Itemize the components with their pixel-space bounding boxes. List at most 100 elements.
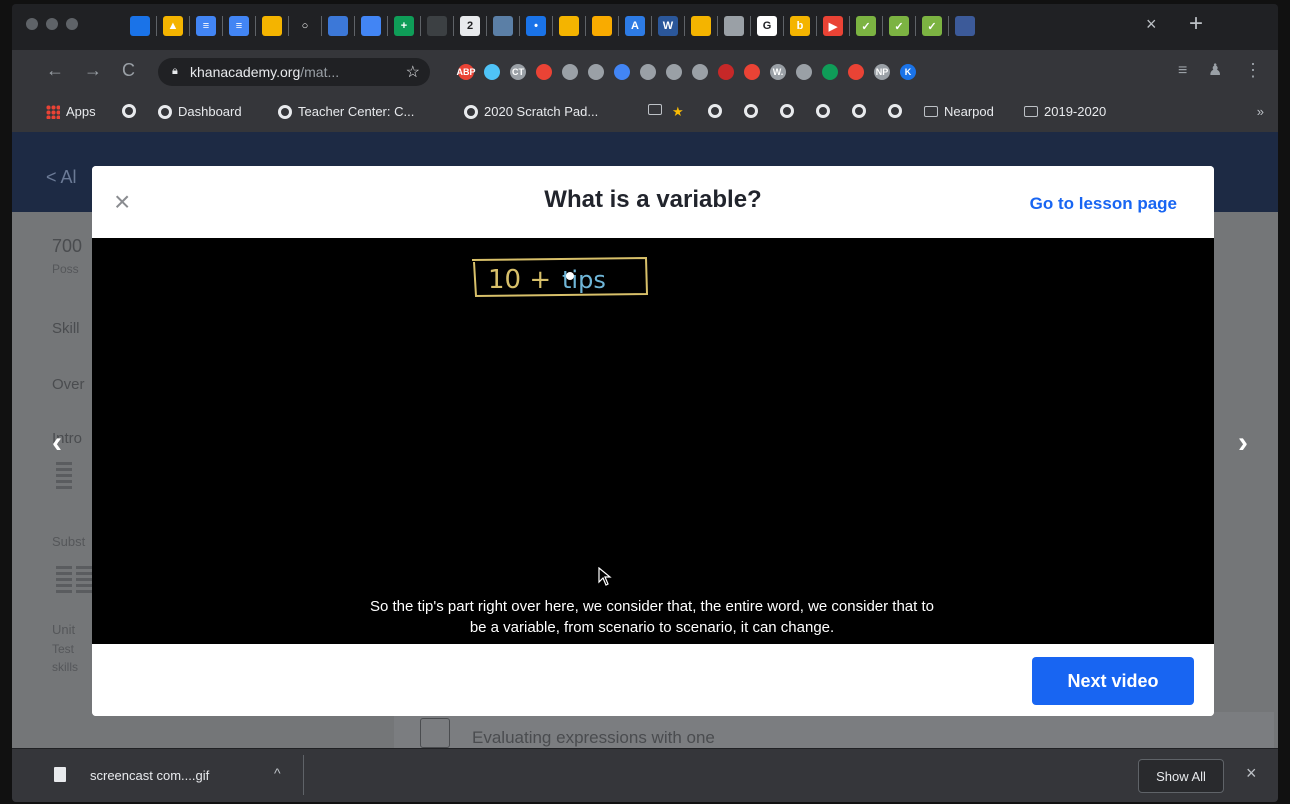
bookmarks-overflow-icon[interactable]: » xyxy=(1257,104,1264,119)
folder-icon xyxy=(924,106,938,117)
docs-icon[interactable]: ≡ xyxy=(196,16,216,36)
bookmark-item[interactable]: ★ xyxy=(672,104,684,120)
next-arrow-icon[interactable]: › xyxy=(1238,426,1248,460)
bookmark-item[interactable] xyxy=(852,104,866,118)
bookmark-item[interactable] xyxy=(780,104,794,118)
go-to-lesson-link[interactable]: Go to lesson page xyxy=(1030,194,1177,214)
bookmark-item[interactable]: Nearpod xyxy=(924,104,994,119)
caption-line: be a variable, from scenario to scenario… xyxy=(469,619,835,636)
address-bar[interactable]: 🔒︎ khanacademy.org/mat... ☆ xyxy=(158,58,430,86)
download-file-name[interactable]: screencast com....gif xyxy=(90,768,209,783)
minimize-window-button[interactable] xyxy=(46,18,58,30)
extension-icon[interactable] xyxy=(614,64,630,80)
play-icon[interactable]: ▶ xyxy=(823,16,843,36)
check-icon[interactable]: ✓ xyxy=(856,16,876,36)
bookmark-item[interactable]: Dashboard xyxy=(158,104,242,119)
doc-badge-icon[interactable] xyxy=(592,16,612,36)
skill-bars xyxy=(56,566,72,596)
modal-footer: Next video xyxy=(92,644,1214,716)
tab-separator xyxy=(684,16,685,36)
bookmark-item[interactable] xyxy=(708,104,722,118)
tab-separator xyxy=(321,16,322,36)
bookmark-item[interactable] xyxy=(888,104,902,118)
tab-separator xyxy=(948,16,949,36)
photo-icon[interactable] xyxy=(493,16,513,36)
score-subtext: Poss xyxy=(52,262,79,276)
drive-icon[interactable]: ▲ xyxy=(163,16,183,36)
back-link[interactable]: < Al xyxy=(46,167,77,188)
extension-icon[interactable] xyxy=(744,64,760,80)
bookmark-item[interactable] xyxy=(744,104,758,118)
check-icon[interactable]: ✓ xyxy=(922,16,942,36)
dot-icon[interactable]: • xyxy=(526,16,546,36)
extension-icon[interactable] xyxy=(848,64,864,80)
extension-icon[interactable]: K xyxy=(900,64,916,80)
google-icon[interactable]: G xyxy=(757,16,777,36)
extension-icon[interactable] xyxy=(822,64,838,80)
extension-icon[interactable]: W. xyxy=(770,64,786,80)
tab-separator xyxy=(156,16,157,36)
new-tab-button[interactable]: + xyxy=(1189,10,1203,38)
check-icon[interactable]: ✓ xyxy=(889,16,909,36)
reading-list-icon[interactable]: ≡ xyxy=(1178,62,1187,80)
slides-icon[interactable] xyxy=(262,16,282,36)
back-arrow-icon[interactable]: ← xyxy=(46,60,64,81)
sheets-icon[interactable]: + xyxy=(394,16,414,36)
usa-icon[interactable] xyxy=(955,16,975,36)
bulb-icon[interactable] xyxy=(691,16,711,36)
bookmark-item[interactable]: 2019-2020 xyxy=(1024,104,1106,119)
extension-icon[interactable]: ABP xyxy=(457,64,476,80)
extension-icon[interactable] xyxy=(718,64,734,80)
extension-icon[interactable]: CT xyxy=(510,64,526,80)
newspaper-icon[interactable] xyxy=(724,16,744,36)
bookmark-item[interactable]: Apps xyxy=(46,104,96,119)
reload-icon[interactable]: C xyxy=(122,60,135,81)
extension-icon[interactable] xyxy=(796,64,812,80)
chevron-up-icon[interactable]: ^ xyxy=(274,765,281,781)
circle-icon[interactable]: ○ xyxy=(295,16,315,36)
unit-label: Unit xyxy=(52,622,76,637)
lesson-icon xyxy=(420,718,450,748)
extension-icon[interactable]: NP xyxy=(874,64,890,80)
pen-dot xyxy=(566,272,574,280)
tab-separator xyxy=(849,16,850,36)
extension-icon[interactable] xyxy=(536,64,552,80)
word-icon[interactable]: W xyxy=(658,16,678,36)
dim-tab-icon[interactable] xyxy=(427,16,447,36)
close-shelf-icon[interactable]: × xyxy=(1246,763,1257,784)
forward-arrow-icon[interactable]: → xyxy=(84,60,102,81)
close-window-button[interactable] xyxy=(26,18,38,30)
extension-icon[interactable] xyxy=(588,64,604,80)
show-all-button[interactable]: Show All xyxy=(1138,759,1224,793)
browser-menu-icon[interactable]: ⋮ xyxy=(1244,60,1262,81)
bookmark-item[interactable] xyxy=(648,104,662,115)
calendar-icon[interactable] xyxy=(361,16,381,36)
extension-icon[interactable] xyxy=(484,64,500,80)
appstore-icon[interactable]: A xyxy=(625,16,645,36)
tab-close-icon[interactable]: × xyxy=(1146,14,1157,35)
next-video-button[interactable]: Next video xyxy=(1032,657,1194,705)
extension-icon[interactable] xyxy=(640,64,656,80)
bookmark-label: Nearpod xyxy=(944,104,994,119)
classroom-icon[interactable] xyxy=(130,16,150,36)
bookmark-item[interactable] xyxy=(816,104,830,118)
extension-icon[interactable] xyxy=(666,64,682,80)
maximize-window-button[interactable] xyxy=(66,18,78,30)
b-icon[interactable]: b xyxy=(790,16,810,36)
extension-icon[interactable] xyxy=(562,64,578,80)
bookmark-item[interactable] xyxy=(122,104,136,118)
forms-icon[interactable] xyxy=(328,16,348,36)
docs-icon[interactable]: ≡ xyxy=(229,16,249,36)
bookmark-item[interactable]: 2020 Scratch Pad... xyxy=(464,104,598,119)
number-two-icon[interactable]: 2 xyxy=(460,16,480,36)
bookmark-item[interactable]: Teacher Center: C... xyxy=(278,104,414,119)
bookmark-star-icon[interactable]: ☆ xyxy=(406,62,420,82)
extension-icon[interactable] xyxy=(692,64,708,80)
extension-icons: ABP CT W. NP K xyxy=(457,64,916,80)
previous-arrow-icon[interactable]: ‹ xyxy=(52,426,62,460)
video-player[interactable]: 10 + tips So the tip's part right over h… xyxy=(92,238,1214,644)
url-text[interactable]: khanacademy.org/mat... xyxy=(190,64,339,80)
profile-icon[interactable]: ♟ xyxy=(1208,60,1222,80)
yellow-icon[interactable] xyxy=(559,16,579,36)
tab-separator xyxy=(783,16,784,36)
